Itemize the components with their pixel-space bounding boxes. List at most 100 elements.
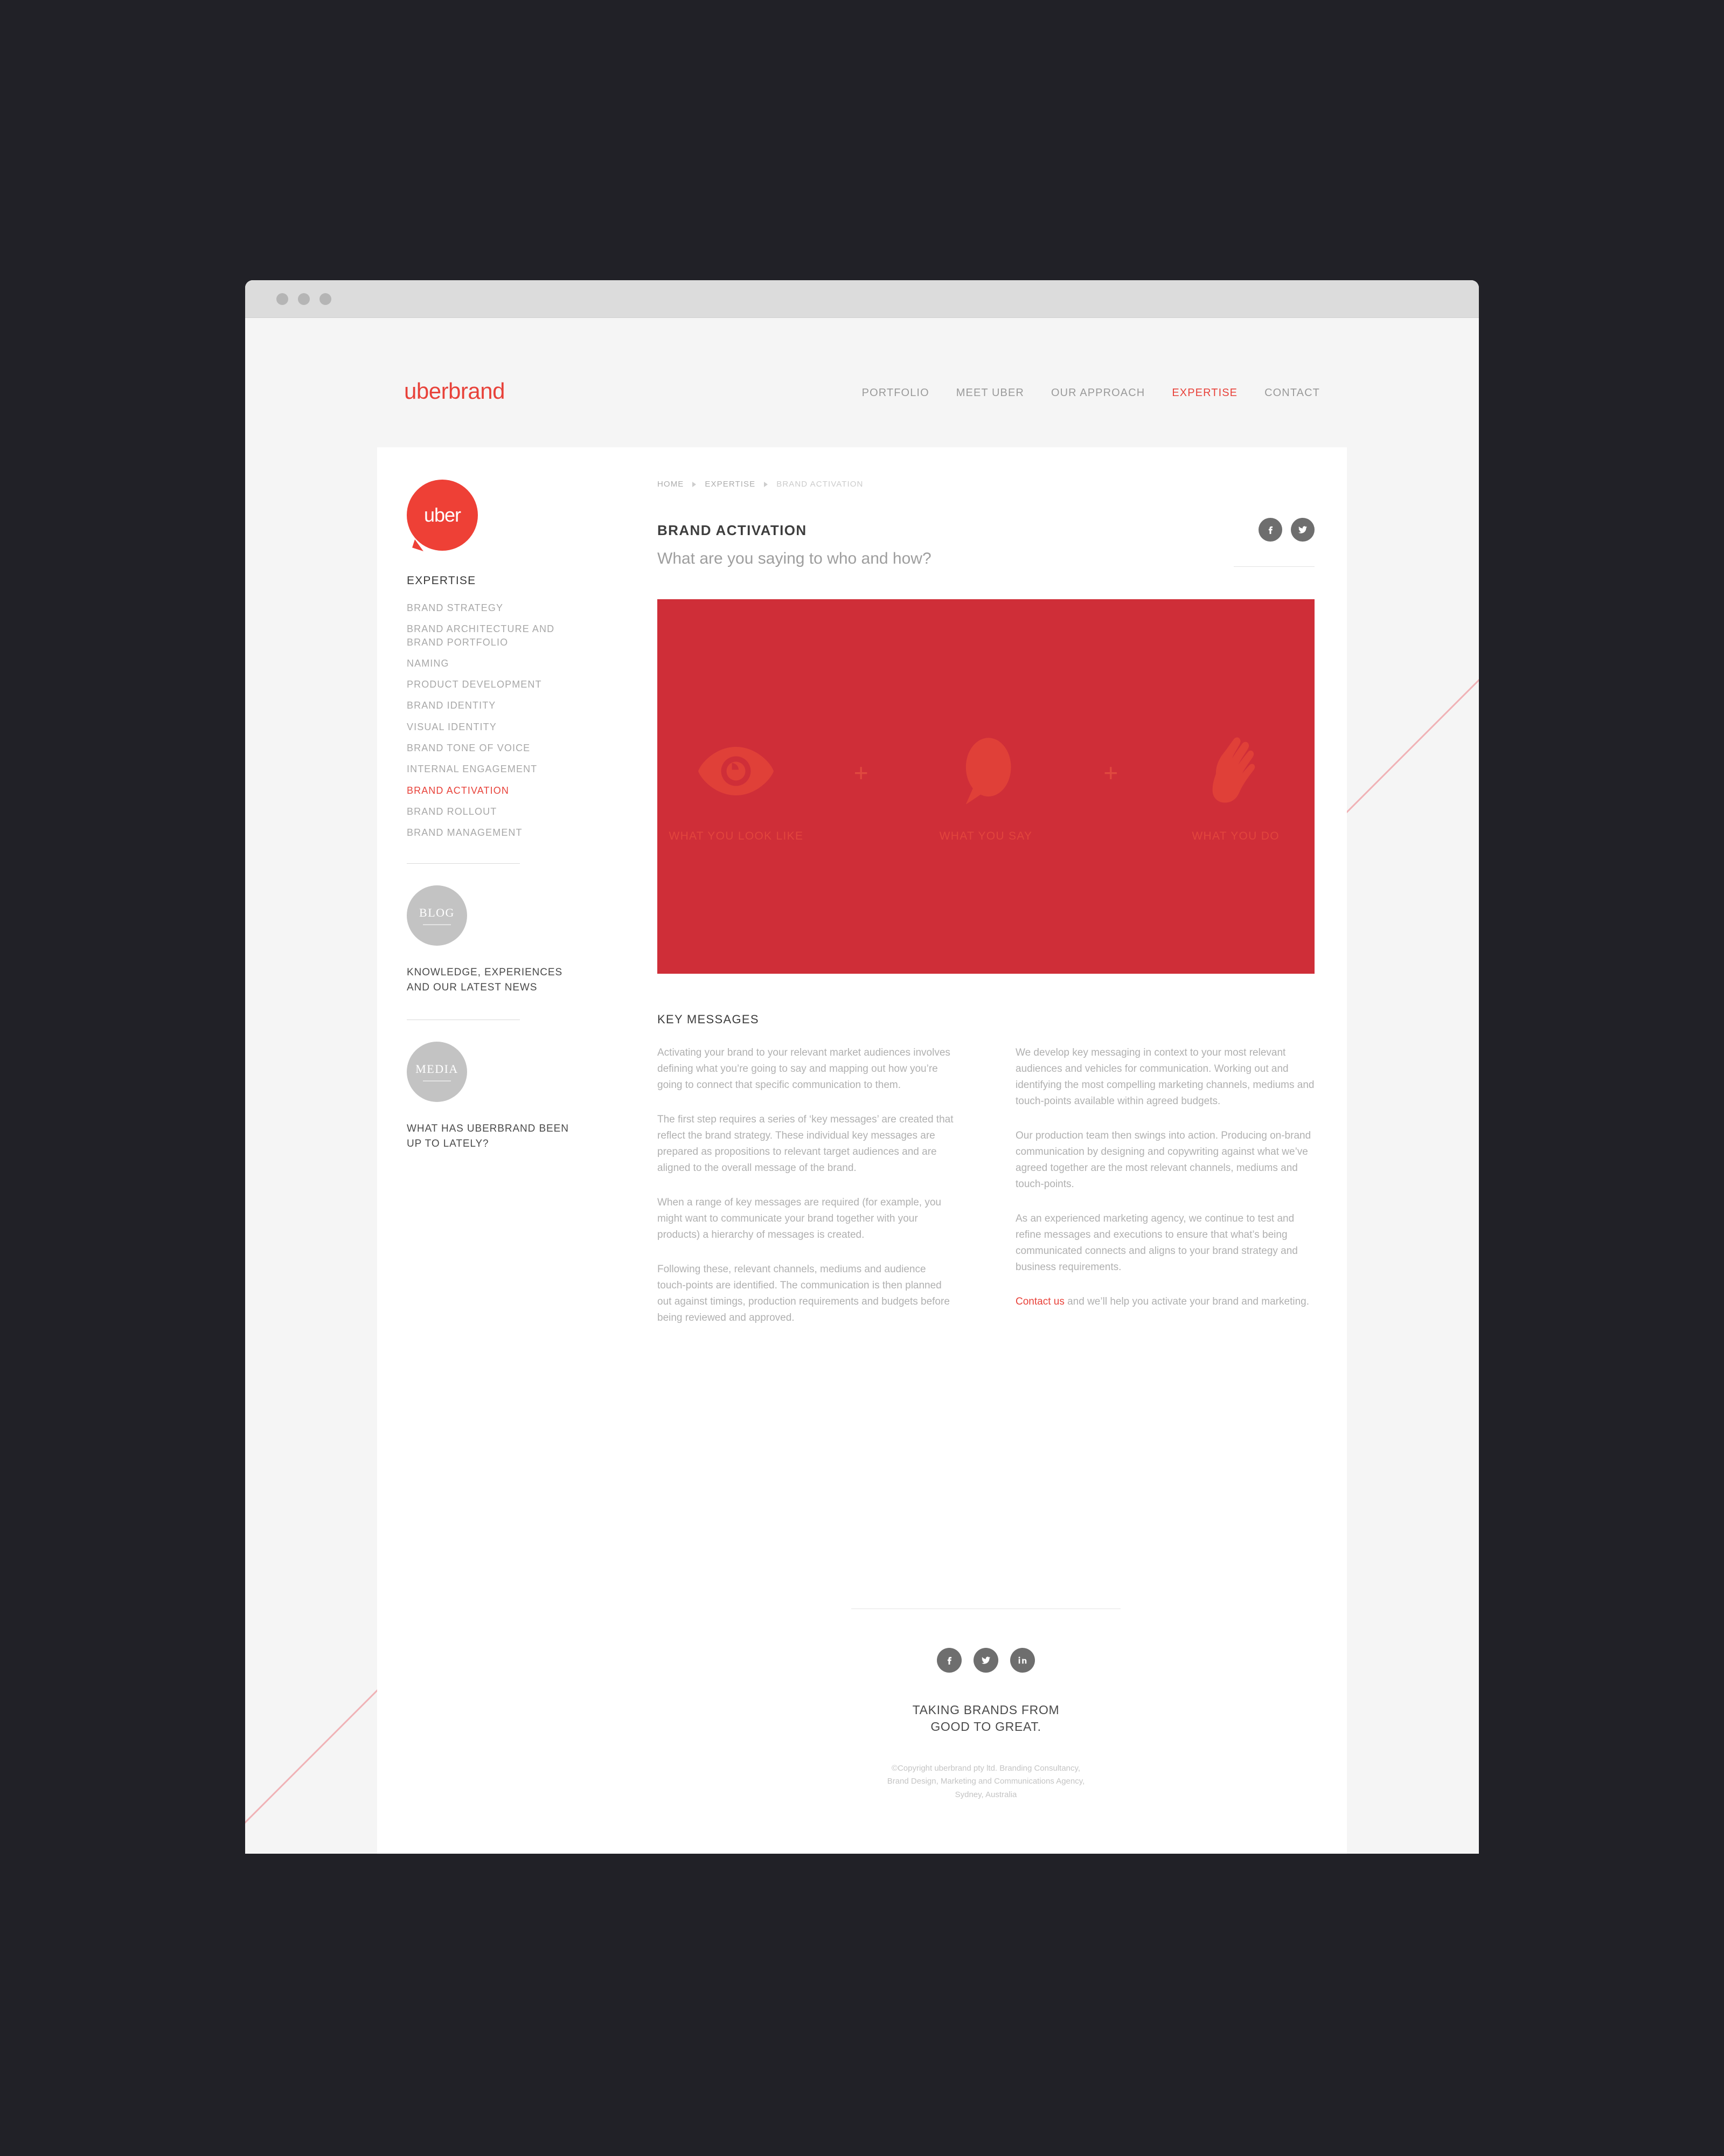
footer-tagline-line2: GOOD TO GREAT. [930, 1720, 1041, 1734]
sidebar-item-visual-identity[interactable]: VISUAL IDENTITY [407, 720, 585, 733]
facebook-icon[interactable] [937, 1648, 962, 1673]
paragraph: We develop key messaging in context to y… [1016, 1047, 1315, 1107]
section-heading: KEY MESSAGES [657, 1013, 759, 1026]
hero-caption-look-like: WHAT YOU LOOK LIKE [669, 829, 804, 842]
blog-badge-underline [423, 924, 451, 925]
share-icons [1259, 518, 1315, 542]
main-content: HOME EXPERTISE BRAND ACTIVATION BRAND AC… [657, 480, 1315, 1344]
site-footer: TAKING BRANDS FROM GOOD TO GREAT. ©Copyr… [657, 1609, 1315, 1801]
paragraph: As an experienced marketing agency, we c… [1016, 1213, 1298, 1273]
sidebar: uber EXPERTISE BRAND STRATEGY BRAND ARCH… [407, 480, 585, 1152]
maximize-button[interactable] [319, 293, 331, 305]
hero-banner: WHAT YOU LOOK LIKE + WHAT YOU SAY + WHAT… [657, 599, 1315, 974]
sidebar-nav: BRAND STRATEGY BRAND ARCHITECTURE AND BR… [407, 601, 585, 840]
sidebar-item-brand-rollout[interactable]: BRAND ROLLOUT [407, 805, 585, 818]
uber-logo-bubble[interactable]: uber [407, 480, 478, 552]
media-badge-underline [423, 1080, 451, 1082]
nav-item-our-approach[interactable]: OUR APPROACH [1051, 387, 1145, 399]
left-column: Activating your brand to your relevant m… [657, 1045, 956, 1344]
nav-item-contact[interactable]: CONTACT [1264, 387, 1320, 399]
list-item: BRAND ROLLOUT [407, 805, 585, 818]
minimize-button[interactable] [298, 293, 310, 305]
twitter-icon[interactable] [974, 1648, 998, 1673]
site-logo[interactable]: uberbrand [404, 378, 505, 404]
linkedin-icon[interactable] [1010, 1648, 1035, 1673]
list-item: BRAND ARCHITECTURE AND BRAND PORTFOLIO [407, 622, 585, 649]
page-viewport: uberbrand PORTFOLIO MEET UBER OUR APPROA… [245, 318, 1479, 1854]
speech-bubble-tail [412, 539, 426, 552]
sidebar-item-brand-identity[interactable]: BRAND IDENTITY [407, 699, 585, 712]
footer-social-icons [657, 1648, 1315, 1673]
content-card: uber EXPERTISE BRAND STRATEGY BRAND ARCH… [377, 447, 1347, 1854]
cta-paragraph: Contact us and we’ll help you activate y… [1016, 1294, 1315, 1310]
sidebar-item-product-development[interactable]: PRODUCT DEVELOPMENT [407, 678, 585, 691]
hero-item-look-like: WHAT YOU LOOK LIKE [657, 731, 815, 843]
list-item: VISUAL IDENTITY [407, 720, 585, 733]
close-button[interactable] [276, 293, 288, 305]
page-subtitle: What are you saying to who and how? [657, 550, 931, 567]
chevron-right-icon [764, 481, 768, 487]
sidebar-divider [407, 863, 520, 864]
sidebar-item-brand-activation[interactable]: BRAND ACTIVATION [407, 784, 585, 797]
right-column: We develop key messaging in context to y… [1016, 1045, 1315, 1344]
hero-plus-2: + [1103, 758, 1118, 787]
sidebar-item-brand-strategy[interactable]: BRAND STRATEGY [407, 601, 585, 614]
media-badge-label: MEDIA [415, 1062, 458, 1076]
breadcrumb-item-expertise[interactable]: EXPERTISE [705, 480, 755, 489]
sidebar-item-brand-architecture[interactable]: BRAND ARCHITECTURE AND BRAND PORTFOLIO [407, 622, 585, 649]
main-navigation: PORTFOLIO MEET UBER OUR APPROACH EXPERTI… [862, 387, 1320, 399]
nav-item-meet-uber[interactable]: MEET UBER [956, 387, 1024, 399]
sidebar-item-brand-tone-of-voice[interactable]: BRAND TONE OF VOICE [407, 741, 585, 754]
nav-item-portfolio[interactable]: PORTFOLIO [862, 387, 929, 399]
blog-promo-text: KNOWLEDGE, EXPERIENCES AND OUR LATEST NE… [407, 966, 563, 994]
key-messages-section: KEY MESSAGES Activating your brand to yo… [657, 1013, 1315, 1344]
decorative-diagonal-top-right [1333, 603, 1479, 826]
sidebar-item-internal-engagement[interactable]: INTERNAL ENGAGEMENT [407, 762, 585, 775]
footer-tagline: TAKING BRANDS FROM GOOD TO GREAT. [657, 1702, 1315, 1735]
twitter-icon[interactable] [1291, 518, 1315, 542]
list-item: BRAND MANAGEMENT [407, 826, 585, 839]
cta-rest-text: and we’ll help you activate your brand a… [1064, 1296, 1309, 1308]
paragraph: The first step requires a series of ‘key… [657, 1114, 954, 1174]
site-header: uberbrand PORTFOLIO MEET UBER OUR APPROA… [245, 318, 1479, 434]
browser-titlebar [245, 280, 1479, 318]
title-divider [1234, 566, 1315, 567]
list-item: PRODUCT DEVELOPMENT [407, 678, 585, 691]
browser-window: uberbrand PORTFOLIO MEET UBER OUR APPROA… [245, 280, 1479, 1854]
uber-logo-label: uber [423, 504, 461, 526]
footer-copyright: ©Copyright uberbrand pty ltd. Branding C… [887, 1764, 1085, 1799]
eye-icon [696, 731, 776, 812]
media-badge[interactable]: MEDIA [407, 1041, 467, 1102]
nav-item-expertise[interactable]: EXPERTISE [1172, 387, 1238, 399]
paragraph: Activating your brand to your relevant m… [657, 1047, 950, 1091]
sidebar-item-brand-management[interactable]: BRAND MANAGEMENT [407, 826, 585, 839]
chevron-right-icon [692, 481, 697, 487]
paragraph: When a range of key messages are require… [657, 1197, 941, 1241]
footer-tagline-line1: TAKING BRANDS FROM [912, 1703, 1060, 1717]
list-item: NAMING [407, 657, 585, 670]
breadcrumb-item-current: BRAND ACTIVATION [776, 480, 864, 489]
hero-item-say: WHAT YOU SAY [907, 731, 1065, 843]
list-item: BRAND ACTIVATION [407, 784, 585, 797]
traffic-lights [276, 293, 331, 305]
list-item: INTERNAL ENGAGEMENT [407, 762, 585, 775]
page-title-row: BRAND ACTIVATION What are you saying to … [657, 518, 1315, 568]
blog-badge[interactable]: BLOG [407, 885, 467, 946]
paragraph: Following these, relevant channels, medi… [657, 1264, 950, 1324]
contact-us-link[interactable]: Contact us [1016, 1296, 1065, 1307]
blog-badge-label: BLOG [419, 905, 455, 919]
hand-icon [1205, 731, 1267, 812]
list-item: BRAND IDENTITY [407, 699, 585, 712]
speech-bubble-icon [958, 731, 1014, 812]
hero-item-do: WHAT YOU DO [1157, 731, 1315, 843]
sidebar-item-naming[interactable]: NAMING [407, 657, 585, 670]
facebook-icon[interactable] [1259, 518, 1282, 542]
two-column-copy: Activating your brand to your relevant m… [657, 1045, 1315, 1344]
hero-caption-do: WHAT YOU DO [1192, 829, 1280, 842]
hero-plus-1: + [853, 758, 868, 787]
list-item: BRAND TONE OF VOICE [407, 741, 585, 754]
sidebar-heading: EXPERTISE [407, 574, 476, 587]
media-promo-text: WHAT HAS UBERBRAND BEEN UP TO LATELY? [407, 1122, 569, 1150]
hero-caption-say: WHAT YOU SAY [939, 829, 1033, 842]
breadcrumb-item-home[interactable]: HOME [657, 480, 684, 489]
